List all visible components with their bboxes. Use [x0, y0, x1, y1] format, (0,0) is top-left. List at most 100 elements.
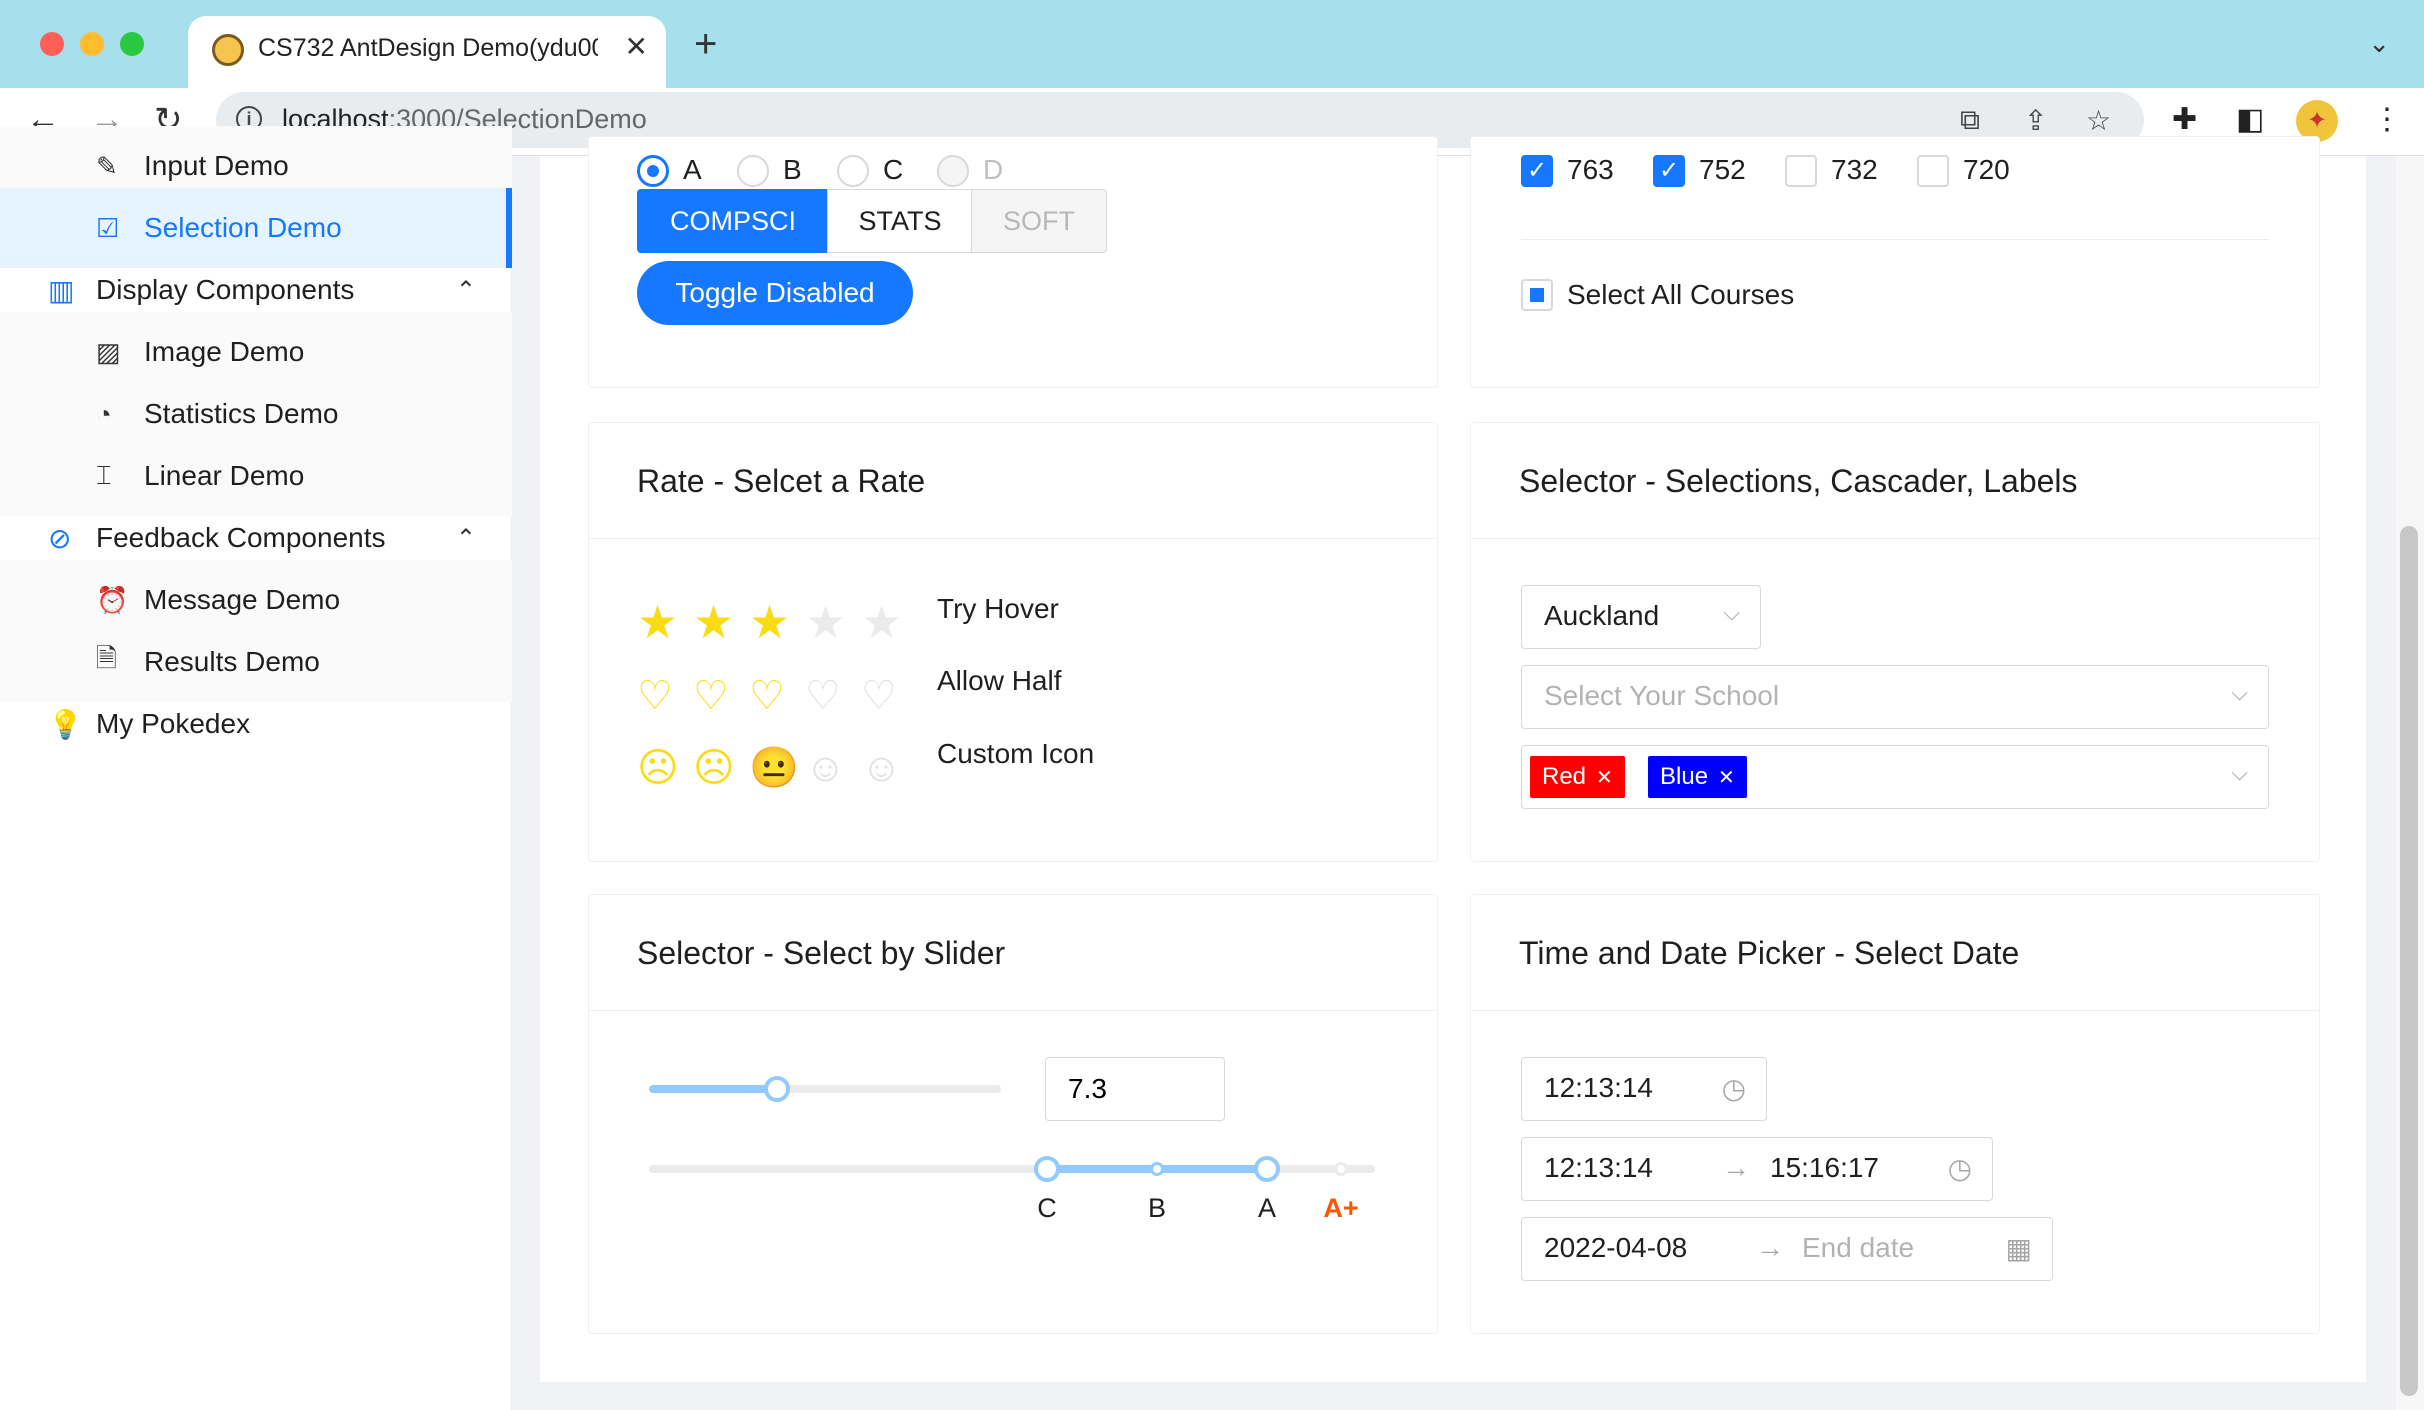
- main-content: A B C D COMPSCI STATS SOFT Toggle Disabled ✓ 7…: [540, 136, 2366, 1382]
- share-icon[interactable]: ⇪: [2024, 104, 2047, 137]
- grade-slider-handle[interactable]: [1034, 1156, 1060, 1182]
- chevron-up-icon: ⌃: [455, 276, 476, 304]
- time-range-end[interactable]: 15:16:17: [1770, 1152, 1879, 1184]
- segment-button-stats[interactable]: STATS: [827, 189, 973, 253]
- sidebar-item-label: Selection Demo: [144, 212, 342, 243]
- radio-option-c[interactable]: [837, 155, 869, 187]
- time-value: 12:13:14: [1544, 1072, 1653, 1103]
- face-icon[interactable]: 😐: [749, 745, 799, 791]
- file-icon: 🗎: [96, 643, 117, 673]
- course-checkbox-732[interactable]: [1785, 155, 1817, 187]
- time-picker[interactable]: 12:13:14 ◷: [1521, 1057, 1767, 1121]
- radio-option-d[interactable]: [937, 155, 969, 187]
- tag-label: Red: [1542, 763, 1587, 790]
- picture-icon: ▨: [96, 336, 121, 367]
- tag-label: Blue: [1660, 763, 1709, 790]
- segment-button-soft[interactable]: SOFT: [971, 189, 1107, 253]
- star-icon[interactable]: ★: [749, 599, 790, 645]
- heart-icon[interactable]: ♡: [637, 673, 673, 719]
- column-height-icon: ⌶: [96, 460, 112, 490]
- tag-close-icon[interactable]: ✕: [1718, 765, 1735, 790]
- course-checkbox-763[interactable]: ✓: [1521, 155, 1553, 187]
- slider-mark: C: [1037, 1193, 1057, 1223]
- window-minimize-button[interactable]: [80, 32, 104, 56]
- course-checkbox-720[interactable]: [1917, 155, 1949, 187]
- value-slider-track: [649, 1085, 778, 1093]
- label-multi-select[interactable]: Red ✕ Blue ✕ ⌵: [1521, 745, 2269, 809]
- card-title: Time and Date Picker - Select Date: [1519, 935, 2020, 971]
- time-range-picker[interactable]: 12:13:14 → 15:16:17 ◷: [1521, 1137, 1993, 1201]
- selector-card: Selector - Selections, Cascader, Labels …: [1470, 422, 2320, 862]
- translate-icon[interactable]: ⧉: [1960, 104, 1980, 137]
- heart-icon[interactable]: ♡: [861, 673, 897, 719]
- menu-kebab-icon[interactable]: ⋮: [2372, 102, 2402, 137]
- time-range-start[interactable]: 12:13:14: [1544, 1152, 1653, 1184]
- course-checkbox-752[interactable]: ✓: [1653, 155, 1685, 187]
- city-select[interactable]: Auckland ⌵: [1521, 585, 1761, 649]
- page-scrollbar[interactable]: [2396, 156, 2424, 1410]
- grade-slider-handle[interactable]: [1254, 1156, 1280, 1182]
- date-range-end[interactable]: End date: [1802, 1232, 1914, 1264]
- arrow-right-icon: →: [1722, 1152, 1750, 1183]
- label-tag-blue: Blue ✕: [1648, 756, 1747, 798]
- course-label: 763: [1567, 154, 1614, 185]
- tab-search-icon[interactable]: ⌄: [2368, 28, 2390, 59]
- window-zoom-button[interactable]: [120, 32, 144, 56]
- star-icon[interactable]: ★: [805, 599, 846, 645]
- select-value: Auckland: [1544, 600, 1660, 631]
- radio-label: C: [883, 154, 904, 185]
- toggle-disabled-button[interactable]: Toggle Disabled: [637, 261, 913, 325]
- alert-icon: ⏰: [96, 584, 129, 615]
- card-header: Time and Date Picker - Select Date: [1471, 895, 2319, 1011]
- radio-option-a[interactable]: [637, 155, 669, 187]
- tag-close-icon[interactable]: ✕: [1596, 765, 1613, 790]
- date-card: Time and Date Picker - Select Date 12:13…: [1470, 894, 2320, 1334]
- sidebar-item-label: Feedback Components: [96, 522, 386, 553]
- heart-icon[interactable]: ♡: [693, 673, 729, 719]
- card-title: Rate - Selcet a Rate: [637, 463, 926, 499]
- compass-icon: ⊘: [48, 522, 72, 554]
- course-label: 720: [1963, 154, 2010, 185]
- window-close-button[interactable]: [40, 32, 64, 56]
- face-icon[interactable]: ☺: [861, 745, 902, 791]
- slider-dot: [1150, 1162, 1164, 1176]
- radio-label: D: [983, 154, 1004, 185]
- heart-icon[interactable]: ♡: [749, 673, 785, 719]
- face-icon[interactable]: ☹: [693, 745, 735, 791]
- slider-number-input[interactable]: [1045, 1057, 1225, 1121]
- date-range-start[interactable]: 2022-04-08: [1544, 1232, 1687, 1264]
- heart-icon[interactable]: ♡: [805, 673, 841, 719]
- face-icon[interactable]: ☺: [805, 745, 846, 791]
- browser-tab-bar: CS732 AntDesign Demo(ydu00 ✕ + ⌄: [0, 0, 2424, 88]
- rate-label: Allow Half: [937, 665, 1062, 696]
- bookmark-star-icon[interactable]: ☆: [2086, 104, 2111, 137]
- scrollbar-thumb[interactable]: [2400, 526, 2418, 1396]
- course-label: 732: [1831, 154, 1878, 185]
- star-icon[interactable]: ★: [637, 599, 678, 645]
- tab-close-icon[interactable]: ✕: [625, 30, 648, 63]
- radio-label: B: [783, 154, 802, 185]
- checkbox-card: ✓ 763 ✓ 752 732 720 Select All Courses: [1470, 136, 2320, 388]
- value-slider-handle[interactable]: [764, 1076, 791, 1102]
- select-all-checkbox[interactable]: [1521, 279, 1553, 311]
- sidebar-item-label: Linear Demo: [144, 460, 305, 491]
- radio-card: A B C D COMPSCI STATS SOFT Toggle Disabled: [588, 136, 1438, 388]
- radio-option-b[interactable]: [737, 155, 769, 187]
- segment-button-compsci[interactable]: COMPSCI: [637, 189, 829, 253]
- card-title: Selector - Selections, Cascader, Labels: [1519, 463, 2078, 499]
- school-cascader[interactable]: Select Your School ⌵: [1521, 665, 2269, 729]
- extensions-icon[interactable]: ✚: [2172, 102, 2197, 137]
- sidebar-item-label: Statistics Demo: [144, 398, 339, 429]
- date-range-picker[interactable]: 2022-04-08 → End date ▦: [1521, 1217, 2053, 1281]
- star-icon[interactable]: ★: [693, 599, 734, 645]
- new-tab-button[interactable]: +: [694, 22, 717, 67]
- rate-label: Try Hover: [937, 593, 1059, 624]
- side-panel-icon[interactable]: ◧: [2236, 102, 2264, 137]
- browser-tab[interactable]: CS732 AntDesign Demo(ydu00 ✕: [188, 16, 666, 88]
- select-placeholder: Select Your School: [1544, 680, 1780, 711]
- chevron-down-icon: ⌵: [2231, 680, 2248, 705]
- chevron-down-icon: ⌵: [2231, 760, 2248, 785]
- star-icon[interactable]: ★: [861, 599, 902, 645]
- sidebar-item-my-pokedex[interactable]: 💡 My Pokedex: [0, 684, 512, 764]
- face-icon[interactable]: ☹: [637, 745, 679, 791]
